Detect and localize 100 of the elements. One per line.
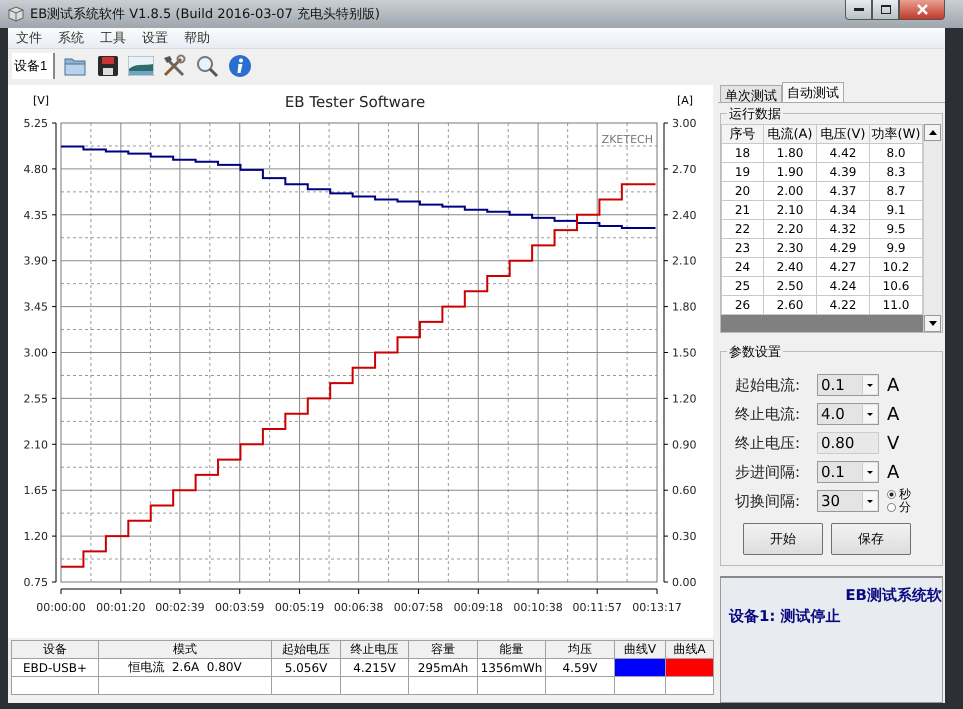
- field-label: 终止电流:: [735, 404, 802, 424]
- table-cell: 1356mWh: [478, 658, 546, 676]
- group-title: 参数设置: [727, 343, 783, 361]
- axis-label: 2.10: [672, 254, 696, 268]
- caret-icon: [862, 405, 877, 423]
- dropdown[interactable]: 0.1: [817, 461, 879, 483]
- table-cell: 23: [722, 238, 764, 258]
- window-title: EB测试系统软件 V1.8.5 (Build 2016-03-07 充电头特别版): [30, 6, 381, 23]
- table-cell: 1.90: [764, 162, 816, 182]
- field-label: 步进间隔:: [735, 462, 802, 482]
- table-cell: 18: [722, 144, 764, 162]
- table-cell: 4.27: [816, 258, 870, 276]
- axis-label: 00:01:20: [96, 601, 146, 614]
- radio-button[interactable]: [887, 490, 896, 499]
- axis-label: 1.20: [672, 392, 696, 406]
- axis-label: 00:13:17: [632, 601, 682, 614]
- maximize-icon: [880, 5, 890, 14]
- table-cell: 4.32: [816, 220, 870, 238]
- axis-label: 2.55: [24, 392, 48, 406]
- unit-label: A: [887, 404, 900, 424]
- table-cell: 21: [722, 200, 764, 220]
- cube-icon: [8, 6, 24, 22]
- column-header: 电压(V): [816, 124, 870, 144]
- save-icon: [96, 54, 119, 76]
- dropdown[interactable]: 30: [817, 490, 879, 512]
- up-arrow-icon: [928, 130, 936, 135]
- table-cell: 25: [722, 276, 764, 296]
- column-header: 终止电压: [340, 640, 408, 658]
- table-cell: 22: [722, 220, 764, 238]
- table-cell: 4.59V: [546, 658, 614, 676]
- landscape-icon: [128, 56, 154, 76]
- axis-label: 0.60: [672, 484, 696, 498]
- menu-item[interactable]: 系统: [50, 29, 92, 47]
- axis-label: 2.40: [672, 208, 696, 222]
- axis-label: 4.35: [24, 208, 48, 222]
- column-header: 容量: [408, 640, 478, 658]
- tab[interactable]: 单次测试: [720, 85, 782, 102]
- axis-label: 2.70: [672, 162, 696, 176]
- axis-label: 00:09:18: [454, 601, 503, 614]
- input-field[interactable]: 0.80: [817, 432, 879, 454]
- action-button[interactable]: 保存: [831, 523, 911, 555]
- group-title: 运行数据: [727, 105, 783, 123]
- table-cell: 5.056V: [272, 658, 340, 676]
- axis-label: 0.00: [672, 576, 696, 589]
- table-cell: 24: [722, 258, 764, 276]
- menu-item[interactable]: 文件: [8, 29, 50, 47]
- search-icon: [194, 54, 219, 78]
- table-cell: 4.37: [816, 182, 870, 200]
- unit-label: A: [887, 374, 900, 396]
- close-icon: [916, 4, 928, 15]
- axis-label: 1.50: [672, 346, 696, 360]
- column-header: 序号: [722, 124, 764, 144]
- caret-icon: [862, 376, 877, 394]
- axis-unit: [V]: [32, 94, 50, 107]
- axis-label: 5.25: [24, 117, 48, 130]
- caret-icon: [862, 492, 877, 510]
- down-arrow-icon: [928, 321, 936, 326]
- action-button[interactable]: 开始: [743, 523, 823, 555]
- menu-item[interactable]: 工具: [92, 29, 134, 47]
- axis-label: 3.00: [672, 117, 696, 130]
- axis-label: 00:11:57: [572, 601, 622, 614]
- table-cell: 4.215V: [340, 658, 408, 676]
- table-cell: 恒电流 2.6A 0.80V: [98, 658, 272, 676]
- column-header: 起始电压: [272, 640, 340, 658]
- dropdown[interactable]: 4.0: [817, 403, 879, 425]
- radio-button[interactable]: [887, 503, 896, 512]
- unit-label: V: [887, 432, 900, 454]
- menu-item[interactable]: 设置: [134, 29, 176, 47]
- menu-item[interactable]: 帮助: [176, 29, 218, 47]
- axis-label: 2.10: [24, 438, 48, 452]
- table-cell: 1.80: [764, 144, 816, 162]
- minimize-icon: [854, 8, 864, 12]
- axis-label: 0.90: [672, 438, 696, 452]
- scroll-up-button[interactable]: [924, 124, 941, 141]
- maximize-button[interactable]: [872, 0, 899, 20]
- minimize-button[interactable]: [845, 0, 872, 20]
- column-header: 曲线V: [614, 640, 666, 658]
- status-heading: EB测试系统软: [844, 586, 942, 605]
- axis-unit: [A]: [676, 94, 694, 107]
- tab[interactable]: 自动测试: [782, 82, 844, 102]
- axis-label: 1.65: [24, 484, 48, 498]
- axis-label: 4.80: [24, 162, 48, 176]
- field-label: 起始电流:: [735, 376, 802, 394]
- table-cell: 4.24: [816, 276, 870, 296]
- table-cell: 295mAh: [408, 658, 478, 676]
- unit-label: A: [887, 462, 900, 482]
- axis-label: 00:05:19: [274, 601, 324, 614]
- scroll-down-button[interactable]: [924, 315, 941, 332]
- device-tab[interactable]: 设备1: [12, 52, 56, 78]
- close-button[interactable]: [899, 0, 945, 20]
- table-cell: 20: [722, 182, 764, 200]
- column-header: 曲线A: [666, 640, 714, 658]
- field-label: 终止电压:: [735, 434, 802, 452]
- table-cell: 19: [722, 162, 764, 182]
- dropdown[interactable]: 0.1: [817, 374, 879, 396]
- table-cell: 2.30: [764, 238, 816, 258]
- axis-label: 00:06:38: [334, 601, 384, 614]
- chart-caption: ZKETECH: [602, 133, 653, 146]
- chart-title: EB Tester Software: [284, 93, 426, 111]
- scrollbar[interactable]: [923, 124, 942, 332]
